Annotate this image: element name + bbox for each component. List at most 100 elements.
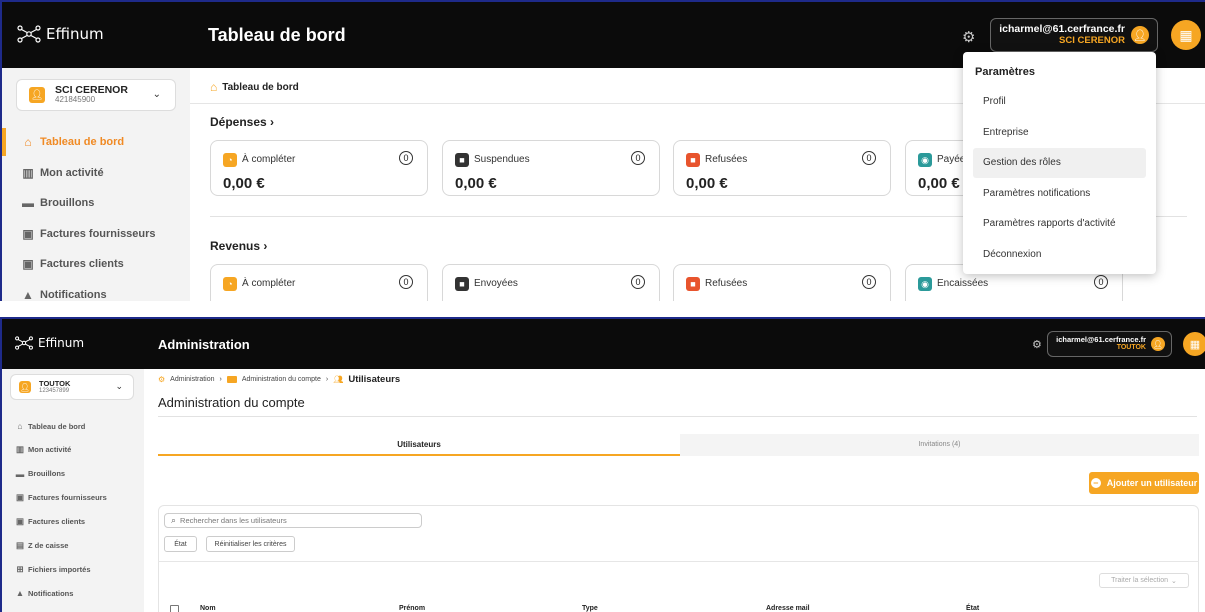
add-user-label: Ajouter un utilisateur — [1106, 478, 1198, 488]
sidebar-item-z-de-caisse[interactable]: ▤ Z de caisse — [2, 536, 144, 556]
org-selector[interactable]: 👤︎ SCI CERENOR 421845900 ⌄ — [16, 79, 176, 111]
process-selection-button[interactable]: Traiter la sélection ⌄ — [1099, 573, 1189, 588]
sidebar-item-label: Tableau de bord — [28, 421, 86, 431]
card-amount: 0,00 € — [918, 299, 960, 301]
reset-filters-button[interactable]: Réinitialiser les critères — [206, 536, 295, 552]
status-icon: ■ — [686, 153, 700, 167]
sidebar-item-notifications[interactable]: ▲ Notifications — [2, 281, 190, 302]
sidebar-item-brouillons[interactable]: ▬ Brouillons — [2, 464, 144, 484]
effinum-logo[interactable]: Effinum — [16, 24, 104, 44]
search-icon: ⌕ — [171, 515, 177, 525]
tab-users[interactable]: Utilisateurs — [158, 434, 680, 456]
home-icon: ⌂ — [210, 80, 218, 94]
minus-circle-icon: − — [1090, 478, 1101, 488]
column-header-nom[interactable]: Nom — [200, 605, 216, 612]
column-header-type[interactable]: Type — [582, 605, 598, 612]
breadcrumb-item-account[interactable]: Administration du compte — [242, 376, 321, 383]
chevron-down-icon: ⌄ — [1171, 577, 1177, 585]
dashboard-screen: Effinum Tableau de bord ⚙ icharmel@61.ce… — [0, 0, 1205, 301]
org-id: 123457899 — [39, 387, 70, 394]
depenses-title[interactable]: Dépenses › — [210, 115, 274, 129]
effinum-logo[interactable]: Effinum — [14, 335, 84, 351]
sidebar-item-factures-clients[interactable]: ▣ Factures clients — [2, 250, 190, 278]
menu-item-profil[interactable]: Profil — [963, 87, 1156, 117]
sidebar-item-label: Brouillons — [28, 469, 66, 479]
top-bar: Effinum Administration ⚙ icharmel@61.cer… — [2, 319, 1205, 369]
user-avatar-icon: 👤︎ — [1151, 337, 1165, 351]
card-label: Refusées — [705, 154, 748, 165]
process-selection-label: Traiter la sélection — [1111, 577, 1169, 584]
user-org: SCI CERENOR — [1059, 34, 1125, 46]
home-icon: ⌂ — [24, 135, 32, 149]
revenus-card-refus-es[interactable]: ■ Refusées 0 0,00 € — [673, 264, 891, 301]
sidebar-item-fichiers-import-s[interactable]: ⊞ Fichiers importés — [2, 559, 144, 579]
supplier-invoice-icon: ▣ — [15, 492, 25, 503]
org-icon: 👤︎ — [29, 87, 45, 103]
sidebar-item-label: Factures clients — [28, 517, 86, 527]
org-icon: 👤︎ — [19, 381, 31, 393]
sidebar-item-factures-fournisseurs[interactable]: ▣ Factures fournisseurs — [2, 488, 144, 508]
depenses-card--compl-ter[interactable]: ◔ À compléter 0 0,00 € — [210, 140, 428, 196]
sidebar-item-gestion-des-tiers[interactable]: ⚇Gestion des tiers — [2, 607, 144, 612]
column-header-adresse-mail[interactable]: Adresse mail — [766, 605, 810, 612]
menu-item-parametres-rapports-d-activite[interactable]: Paramètres rapports d'activité — [963, 209, 1156, 239]
column-header-prenom[interactable]: Prénom — [399, 605, 425, 612]
add-user-button[interactable]: − Ajouter un utilisateur — [1089, 472, 1199, 494]
user-avatar-icon: 👤︎ — [1131, 26, 1149, 44]
effinum-logo-icon — [17, 25, 41, 43]
sidebar-item-label: Factures fournisseurs — [28, 493, 107, 503]
revenus-card-envoy-es[interactable]: ■ Envoyées 0 0,00 € — [442, 264, 660, 301]
administration-screen: Effinum Administration ⚙ icharmel@61.cer… — [0, 317, 1205, 612]
menu-item-entreprise[interactable]: Entreprise — [963, 118, 1156, 148]
settings-gear-icon[interactable]: ⚙ — [1032, 338, 1042, 351]
dropdown-title: Paramètres — [975, 66, 1035, 78]
user-email: icharmel@61.cerfrance.fr — [1056, 335, 1146, 345]
breadcrumb-item-administration[interactable]: Administration — [170, 376, 214, 383]
depenses-card-suspendues[interactable]: ■ Suspendues 0 0,00 € — [442, 140, 660, 196]
card-amount: 0,00 € — [223, 175, 265, 192]
column-header-etat[interactable]: État — [966, 605, 979, 612]
sidebar-item-factures-clients[interactable]: ▣ Factures clients — [2, 512, 144, 532]
sidebar-item-notifications[interactable]: ▲ Notifications — [2, 583, 144, 603]
sidebar-item-mon-activit[interactable]: ▥ Mon activité — [2, 159, 190, 187]
state-filter-button[interactable]: État — [164, 536, 197, 552]
card-label: Suspendues — [474, 154, 530, 165]
folder-icon — [226, 376, 237, 383]
count-badge: 0 — [631, 151, 645, 165]
divider — [158, 561, 1199, 562]
settings-gear-icon[interactable]: ⚙ — [962, 28, 975, 46]
status-icon: ◉ — [918, 277, 932, 291]
org-selector[interactable]: 👤︎ TOUTOK 123457899 ⌄ — [10, 374, 134, 400]
chevron-down-icon: ⌄ — [115, 381, 123, 391]
sidebar-item-brouillons[interactable]: ▬ Brouillons — [2, 189, 190, 217]
sidebar-item-tableau-de-bord[interactable]: ⌂ Tableau de bord — [2, 128, 190, 156]
sidebar-item-factures-fournisseurs[interactable]: ▣ Factures fournisseurs — [2, 220, 190, 248]
sidebar-item-tableau-de-bord[interactable]: ⌂ Tableau de bord — [2, 416, 144, 436]
menu-item-parametres-notifications[interactable]: Paramètres notifications — [963, 179, 1156, 209]
revenus-title[interactable]: Revenus › — [210, 239, 267, 253]
select-all-checkbox[interactable] — [170, 605, 179, 612]
company-building-icon[interactable]: ▦ — [1183, 332, 1205, 356]
effinum-logo-icon — [15, 336, 33, 350]
user-menu-button[interactable]: icharmel@61.cerfrance.fr SCI CERENOR 👤︎ — [990, 18, 1158, 52]
chevron-right-icon: › — [263, 239, 268, 253]
user-org: TOUTOK — [1116, 344, 1146, 352]
page-title: Administration — [158, 337, 250, 352]
revenus-title-text: Revenus — [210, 239, 261, 253]
depenses-card-refus-es[interactable]: ■ Refusées 0 0,00 € — [673, 140, 891, 196]
sidebar-item-mon-activit[interactable]: ▥ Mon activité — [2, 440, 144, 460]
sidebar: 👤︎ SCI CERENOR 421845900 ⌄ ⌂ Tableau de b… — [2, 68, 190, 301]
status-icon: ◔ — [223, 153, 237, 167]
company-building-icon[interactable]: ▦ — [1171, 20, 1201, 50]
sidebar-item-label: Notifications — [28, 588, 74, 598]
user-menu-button[interactable]: icharmel@61.cerfrance.fr TOUTOK 👤︎ — [1047, 331, 1172, 357]
card-label: À compléter — [242, 154, 296, 165]
menu-item-gestion-des-roles[interactable]: Gestion des rôles — [973, 148, 1146, 178]
search-input[interactable]: ⌕ Rechercher dans les utilisateurs — [164, 513, 422, 528]
revenus-card--compl-ter[interactable]: ◔ À compléter 0 0,00 € — [210, 264, 428, 301]
card-label: Envoyées — [474, 278, 518, 289]
menu-item-deconnexion[interactable]: Déconnexion — [963, 240, 1156, 270]
breadcrumb-item[interactable]: Tableau de bord — [222, 82, 299, 93]
tab-invitations[interactable]: Invitations (4) — [680, 434, 1199, 456]
sidebar-item-label: Brouillons — [40, 197, 95, 209]
